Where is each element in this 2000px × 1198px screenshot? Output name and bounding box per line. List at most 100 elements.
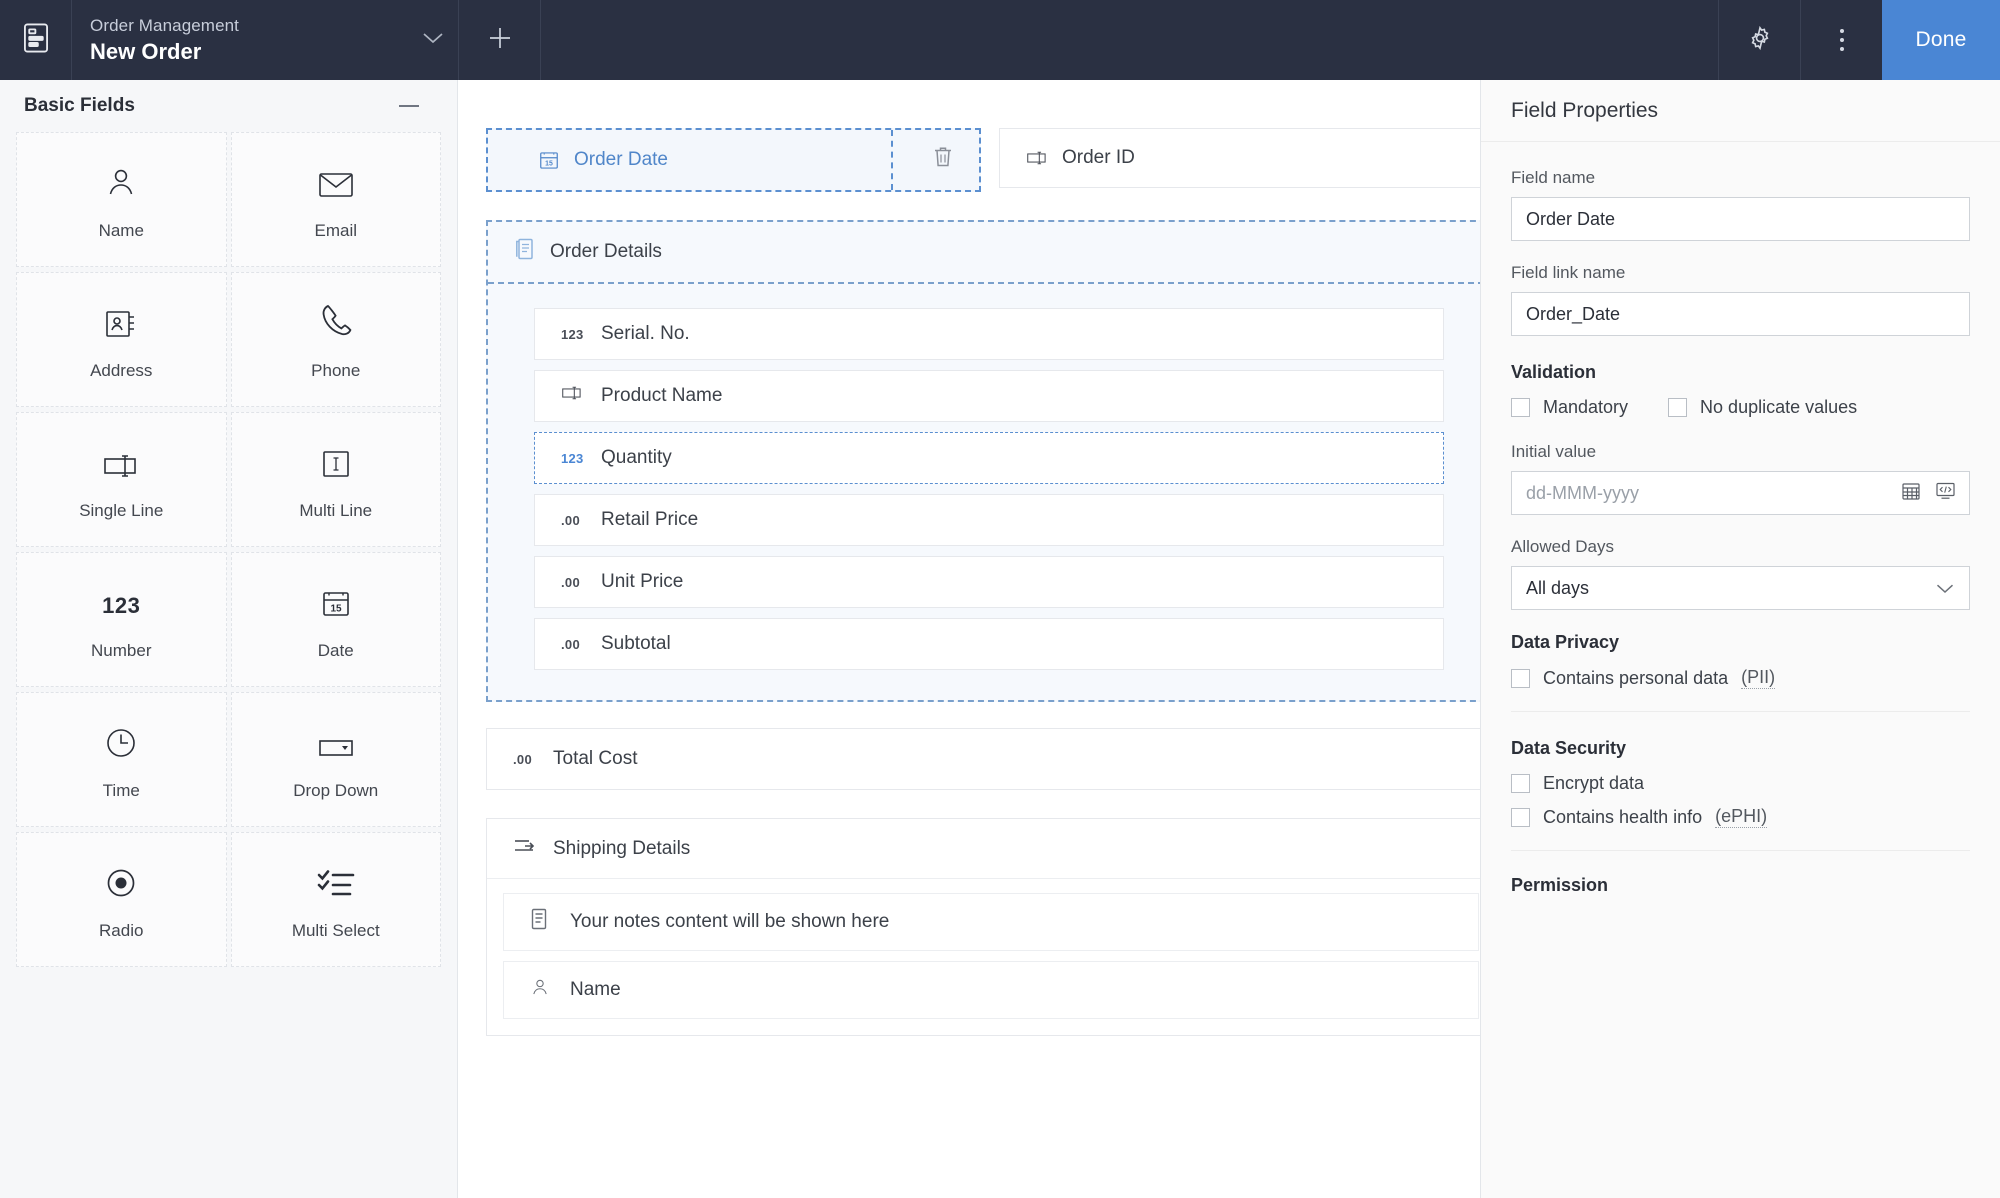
- subform-list-icon: [514, 237, 536, 267]
- ephi-checkbox[interactable]: Contains health info (ePHI): [1511, 806, 1970, 828]
- form-builder-app: Order Management New Order Done Basic Fi…: [0, 0, 2000, 1198]
- ephi-label: Contains health info: [1543, 806, 1703, 827]
- no-duplicate-values-checkbox[interactable]: No duplicate values: [1668, 397, 1857, 418]
- subform-field-product-name[interactable]: Product Name: [534, 370, 1444, 422]
- palette-item-time[interactable]: Time: [16, 692, 227, 827]
- validation-checkboxes: Mandatory No duplicate values: [1511, 397, 1970, 418]
- palette-item-label: Time: [102, 780, 140, 800]
- settings-button[interactable]: [1718, 0, 1800, 80]
- initial-value-group: Initial value: [1511, 442, 1970, 515]
- dropdown-icon: [317, 719, 355, 759]
- palette-item-label: Single Line: [79, 500, 164, 520]
- number-123-icon: 123: [102, 592, 141, 618]
- palette-item-email[interactable]: Email: [230, 132, 441, 267]
- encrypt-data-checkbox[interactable]: Encrypt data: [1511, 773, 1970, 794]
- more-options-button[interactable]: [1800, 0, 1882, 80]
- chevron-down-icon[interactable]: [1936, 566, 1954, 610]
- top-bar: Order Management New Order Done: [0, 0, 2000, 80]
- palette-title: Basic Fields: [24, 95, 135, 116]
- form-name: New Order: [90, 38, 202, 64]
- data-security-title: Data Security: [1511, 738, 1627, 758]
- svg-text:15: 15: [330, 603, 342, 614]
- initial-value-label: Initial value: [1511, 442, 1597, 461]
- subform-field-label: Retail Price: [601, 509, 699, 530]
- code-formula-icon[interactable]: [1935, 481, 1956, 506]
- allowed-days-select[interactable]: [1511, 566, 1970, 610]
- palette-collapse-button[interactable]: [399, 105, 419, 107]
- palette-item-single-line[interactable]: Single Line: [16, 412, 227, 547]
- field-properties-panel: Field Properties Field name Field link n…: [1480, 80, 2000, 1198]
- palette-item-label: Multi Select: [291, 920, 380, 940]
- number-123-icon: 123: [561, 450, 584, 466]
- calendar-picker-icon[interactable]: [1901, 481, 1921, 506]
- canvas-subform-order-details[interactable]: Order Details 123 Serial. No. Product Na…: [486, 220, 1480, 702]
- pii-checkbox[interactable]: Contains personal data (PII): [1511, 667, 1970, 689]
- canvas-field-order-id[interactable]: Order ID: [999, 128, 1480, 188]
- checkbox-box[interactable]: [1668, 398, 1688, 417]
- section-field-label: Your notes content will be shown here: [570, 911, 890, 932]
- app-name: Order Management: [90, 15, 240, 35]
- subform-fields: 123 Serial. No. Product Name 123 Quantit…: [488, 284, 1480, 700]
- subform-field-quantity[interactable]: 123 Quantity: [534, 432, 1444, 484]
- multi-line-text-icon: [321, 439, 351, 479]
- section-header[interactable]: Shipping Details: [487, 819, 1480, 879]
- field-link-name-label: Field link name: [1511, 263, 1626, 282]
- ephi-abbreviation: (ePHI): [1715, 806, 1768, 828]
- field-link-name-input[interactable]: [1511, 292, 1970, 336]
- add-form-button[interactable]: [459, 0, 541, 80]
- palette-item-label: Radio: [99, 920, 144, 940]
- data-privacy-title: Data Privacy: [1511, 632, 1620, 652]
- field-palette-sidebar: Basic Fields Name Email Address Phone Si…: [0, 80, 458, 1198]
- palette-item-multi-select[interactable]: Multi Select: [230, 832, 441, 967]
- palette-item-multi-line[interactable]: Multi Line: [230, 412, 441, 547]
- subform-field-label: Unit Price: [601, 571, 684, 592]
- divider: [1511, 711, 1970, 712]
- palette-item-drop-down[interactable]: Drop Down: [230, 692, 441, 827]
- palette-item-address[interactable]: Address: [16, 272, 227, 407]
- palette-item-date[interactable]: 15 Date: [230, 552, 441, 687]
- trash-icon: [932, 145, 954, 175]
- palette-item-name[interactable]: Name: [16, 132, 227, 267]
- subform-header[interactable]: Order Details: [488, 222, 1480, 284]
- checkbox-box[interactable]: [1511, 398, 1530, 417]
- svg-text:15: 15: [545, 160, 553, 167]
- calendar-15-icon: 15: [320, 579, 352, 619]
- checkbox-box[interactable]: [1511, 774, 1530, 793]
- mandatory-checkbox[interactable]: Mandatory: [1511, 397, 1628, 418]
- palette-item-phone[interactable]: Phone: [230, 272, 441, 407]
- properties-body: Field name Field link name Validation Ma…: [1481, 142, 2000, 896]
- clock-icon: [105, 719, 137, 759]
- form-title-block[interactable]: Order Management New Order: [72, 0, 459, 80]
- subform-field-retail-price[interactable]: .00 Retail Price: [534, 494, 1444, 546]
- divider: [1511, 850, 1970, 851]
- field-link-name-group: Field link name: [1511, 263, 1970, 336]
- minus-icon: [399, 105, 419, 107]
- palette-item-number[interactable]: 123 Number: [16, 552, 227, 687]
- subform-field-subtotal[interactable]: .00 Subtotal: [534, 618, 1444, 670]
- app-logo[interactable]: [0, 0, 72, 80]
- palette-grid: Name Email Address Phone Single Line Mul…: [0, 132, 457, 967]
- subform-field-unit-price[interactable]: .00 Unit Price: [534, 556, 1444, 608]
- field-name-input[interactable]: [1511, 197, 1970, 241]
- canvas-field-label: Order Date: [574, 149, 668, 170]
- decimal-icon: .00: [561, 512, 580, 528]
- section-field-notes[interactable]: Your notes content will be shown here: [503, 893, 1479, 951]
- decimal-icon: .00: [561, 574, 580, 590]
- checkbox-box[interactable]: [1511, 668, 1530, 688]
- subform-field-serial-no[interactable]: 123 Serial. No.: [534, 308, 1444, 360]
- form-switcher-button[interactable]: [408, 31, 458, 50]
- canvas-top-row: 15 Order Date Order ID: [486, 128, 1480, 192]
- palette-header: Basic Fields: [0, 80, 457, 132]
- done-button[interactable]: Done: [1882, 0, 2000, 80]
- canvas-section-shipping-details[interactable]: Shipping Details Your notes content will…: [486, 818, 1480, 1036]
- canvas-field-total-cost[interactable]: .00 Total Cost: [486, 728, 1480, 790]
- canvas-field-order-date[interactable]: 15 Order Date: [486, 128, 981, 192]
- decimal-icon: .00: [513, 751, 532, 767]
- checkbox-box[interactable]: [1511, 807, 1530, 827]
- canvas-field-order-date-body[interactable]: 15 Order Date: [514, 130, 893, 190]
- palette-item-label: Date: [317, 640, 354, 660]
- palette-item-radio[interactable]: Radio: [16, 832, 227, 967]
- phone-icon: [319, 299, 353, 339]
- delete-field-button[interactable]: [907, 145, 979, 175]
- section-field-name[interactable]: Name: [503, 961, 1479, 1019]
